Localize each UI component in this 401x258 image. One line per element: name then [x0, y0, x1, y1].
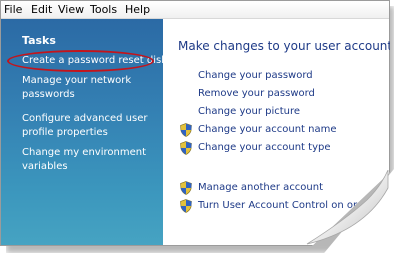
change-account-name-link[interactable]: Change your account name — [198, 124, 337, 135]
uac-shield-icon — [180, 141, 192, 155]
change-account-type-link[interactable]: Change your account type — [198, 142, 331, 153]
remove-password-link[interactable]: Remove your password — [198, 88, 315, 99]
change-environment-variables-link[interactable]: Change my environment variables — [22, 146, 154, 174]
menu-view[interactable]: View — [58, 3, 84, 16]
create-password-reset-disk-link[interactable]: Create a password reset disk — [22, 54, 167, 68]
menu-edit[interactable]: Edit — [31, 3, 52, 16]
uac-shield-icon — [180, 199, 192, 213]
change-password-link[interactable]: Change your password — [198, 70, 313, 81]
page-title: Make changes to your user account — [178, 39, 393, 53]
manage-network-passwords-link[interactable]: Manage your network passwords — [22, 74, 154, 102]
menu-help[interactable]: Help — [125, 3, 150, 16]
tasks-sidebar: Tasks Create a password reset disk Manag… — [1, 19, 167, 245]
menu-file[interactable]: File — [4, 3, 22, 16]
uac-shield-icon — [180, 123, 192, 137]
screenshot-stage: File Edit View Tools Help Tasks Create a… — [0, 0, 401, 258]
change-picture-link[interactable]: Change your picture — [198, 106, 300, 117]
page-curl — [306, 170, 389, 245]
configure-advanced-user-profile-link[interactable]: Configure advanced user profile properti… — [22, 112, 154, 140]
tasks-heading: Tasks — [22, 34, 56, 47]
menu-bar: File Edit View Tools Help — [1, 1, 389, 19]
uac-shield-icon — [180, 181, 192, 195]
menu-tools[interactable]: Tools — [90, 3, 117, 16]
